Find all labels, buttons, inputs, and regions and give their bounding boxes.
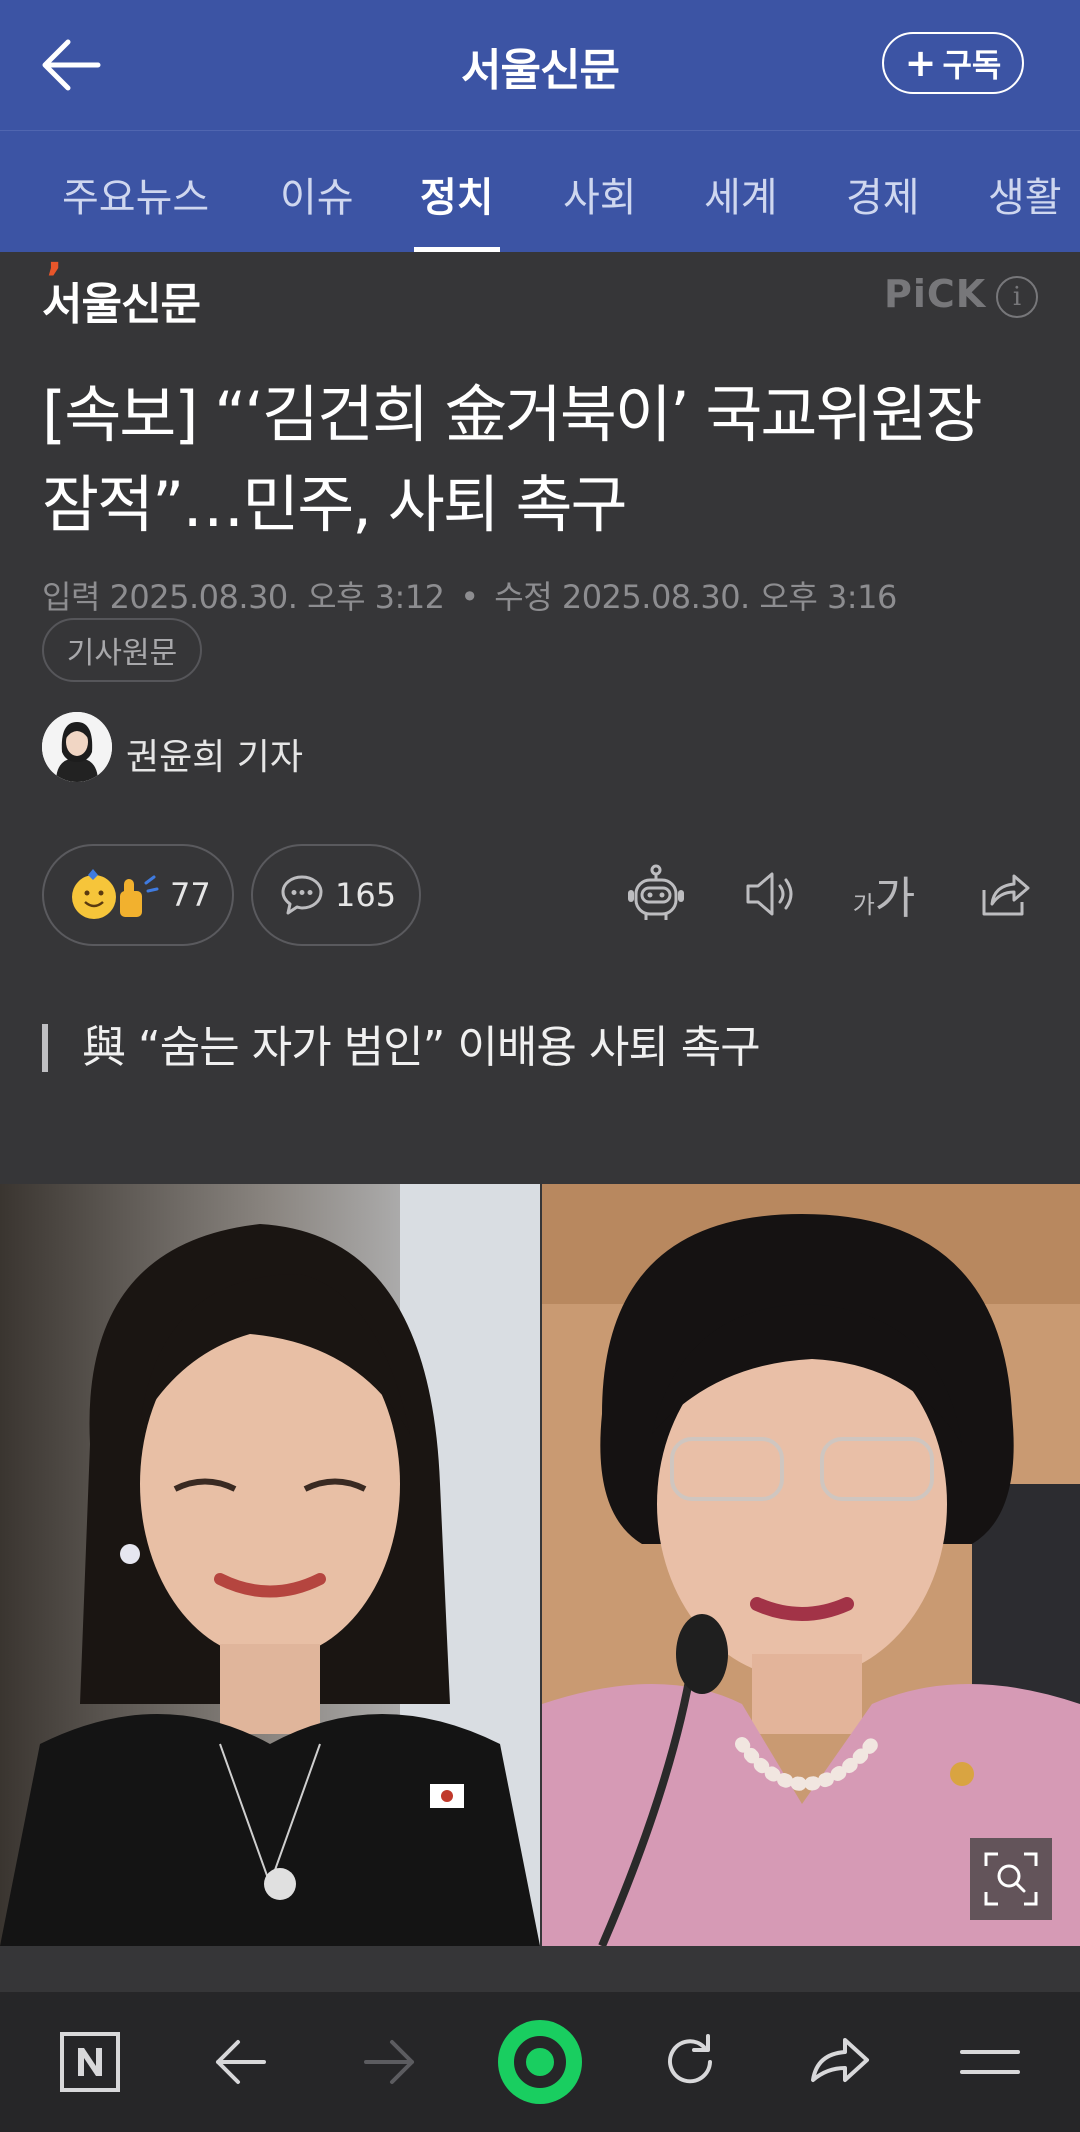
- category-tabs: 주요뉴스 이슈 정치 사회 세계 경제 생활: [0, 130, 1080, 252]
- forward-arrow-icon: [364, 2040, 414, 2084]
- green-dot-button[interactable]: [498, 2020, 582, 2104]
- input-label: 입력: [42, 578, 100, 616]
- info-icon[interactable]: i: [996, 276, 1038, 318]
- comment-count: 165: [335, 876, 397, 914]
- back-arrow-icon: [216, 2040, 266, 2084]
- comment-bubble-icon: [281, 875, 323, 915]
- press-name: 서울신문: [42, 279, 201, 330]
- logo-tick-mark: ’: [46, 254, 63, 305]
- refresh-button[interactable]: [648, 2020, 732, 2104]
- article-meta: 입력 2025.08.30. 오후 3:12 • 수정 2025.08.30. …: [42, 572, 897, 618]
- tab-life[interactable]: 생활: [988, 165, 1062, 223]
- tab-world[interactable]: 세계: [704, 165, 778, 223]
- green-dot-icon: [498, 2020, 582, 2104]
- share-arrow-icon: [811, 2038, 869, 2082]
- naver-home-button[interactable]: [48, 2020, 132, 2104]
- reaction-count: 77: [170, 876, 211, 914]
- share-page-button[interactable]: [798, 2020, 882, 2104]
- edit-label: 수정: [494, 578, 553, 616]
- menu-button[interactable]: [948, 2020, 1032, 2104]
- article-headline: [속보] “‘김건희 金거북이’ 국교위원장 잠적”…민주, 사퇴 촉구: [42, 378, 983, 541]
- content-divider: [0, 1946, 1080, 1992]
- browser-forward-button[interactable]: [348, 2020, 432, 2104]
- robot-summary-icon: [628, 864, 684, 920]
- summary-button[interactable]: [620, 858, 692, 930]
- reaction-button[interactable]: 77: [42, 844, 234, 946]
- tab-main-news[interactable]: 주요뉴스: [62, 165, 209, 223]
- reporter-photo: [42, 712, 112, 782]
- article-subheadline: 與 “숨는 자가 범인” 이배용 사퇴 촉구: [42, 1024, 761, 1072]
- tab-economy[interactable]: 경제: [846, 165, 920, 223]
- input-time: 2025.08.30. 오후 3:12: [109, 578, 445, 616]
- share-button[interactable]: [968, 858, 1040, 930]
- speaker-icon: [746, 872, 793, 916]
- font-size-icon: 가가: [852, 873, 916, 924]
- reporter-name[interactable]: 권윤희 기자: [126, 728, 303, 780]
- subscribe-label: 구독: [942, 46, 1002, 84]
- menu-icon: [960, 2050, 1020, 2074]
- press-logo[interactable]: ’ 서울신문: [42, 254, 201, 332]
- plus-icon: +: [904, 41, 937, 85]
- font-size-button[interactable]: 가가: [848, 858, 920, 930]
- text-to-speech-button[interactable]: [734, 858, 806, 930]
- emoji-reaction-icon: [72, 869, 159, 919]
- subscribe-button[interactable]: + 구독: [882, 32, 1024, 94]
- tab-politics[interactable]: 정치: [420, 165, 494, 223]
- comment-button[interactable]: 165: [251, 844, 421, 946]
- bottom-navigation: [0, 1992, 1080, 2132]
- meta-separator: •: [460, 578, 479, 616]
- pick-badge: PiCK: [884, 272, 987, 316]
- top-bar: 서울신문 + 구독: [0, 0, 1080, 130]
- share-icon: [982, 874, 1030, 916]
- tab-issue[interactable]: 이슈: [280, 165, 354, 223]
- browser-back-button[interactable]: [198, 2020, 282, 2104]
- photo-right-person: [542, 1184, 1080, 1946]
- reporter-avatar[interactable]: [42, 712, 112, 782]
- zoom-search-icon: [984, 1852, 1038, 1906]
- original-article-button[interactable]: 기사원문: [42, 618, 202, 682]
- naver-home-icon: [60, 2032, 120, 2092]
- article-photo[interactable]: [0, 1184, 1080, 1946]
- edit-time: 2025.08.30. 오후 3:16: [561, 578, 897, 616]
- photo-zoom-button[interactable]: [970, 1838, 1052, 1920]
- tab-society[interactable]: 사회: [563, 165, 637, 223]
- active-tab-indicator: [414, 247, 500, 252]
- photo-left-person: [0, 1184, 540, 1946]
- refresh-icon: [668, 2034, 712, 2084]
